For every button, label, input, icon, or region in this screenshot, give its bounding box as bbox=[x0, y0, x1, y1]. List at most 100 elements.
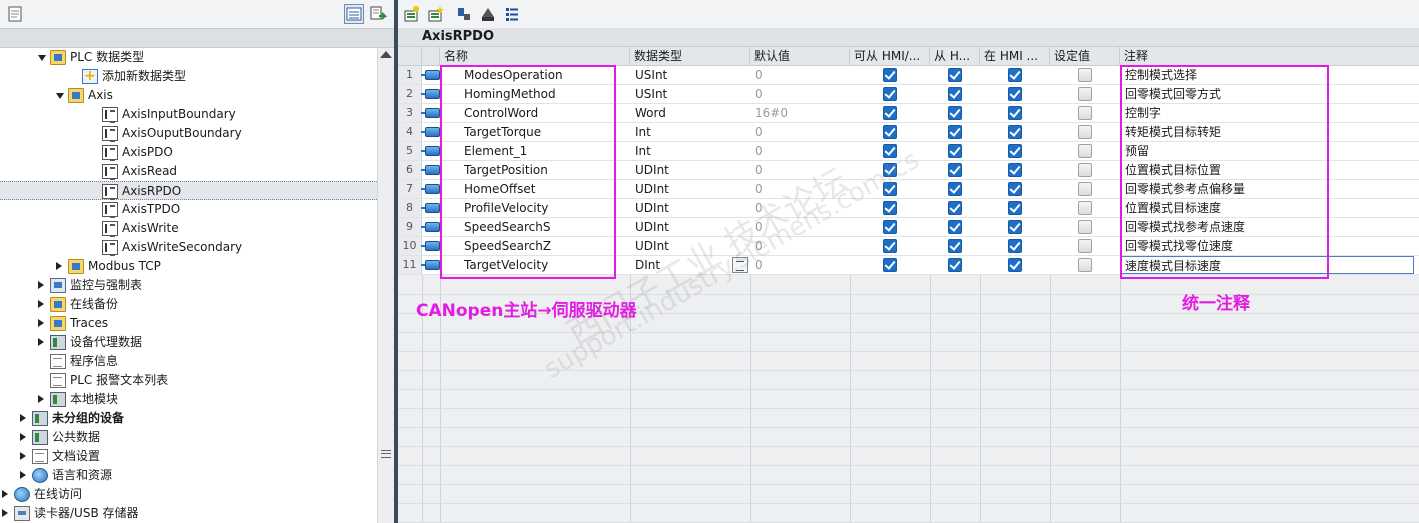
hmi-setpoint-checkbox[interactable] bbox=[1008, 163, 1022, 177]
expand-arrow-icon[interactable] bbox=[2, 509, 8, 517]
header-type[interactable]: 数据类型 bbox=[630, 47, 750, 66]
type-cell[interactable]: UDInt bbox=[635, 199, 669, 217]
expand-arrow-icon[interactable] bbox=[38, 395, 44, 403]
expand-arrow-icon[interactable] bbox=[20, 433, 26, 441]
hmi-access-checkbox[interactable] bbox=[883, 68, 897, 82]
hmi-setpoint-checkbox[interactable] bbox=[1008, 87, 1022, 101]
default-cell[interactable]: 0 bbox=[755, 123, 763, 141]
type-cell[interactable]: USInt bbox=[635, 66, 667, 84]
tree-node[interactable]: AxisOuputBoundary bbox=[0, 124, 377, 143]
expand-arrow-icon[interactable] bbox=[2, 490, 8, 498]
tree-node[interactable]: 本地模块 bbox=[0, 390, 377, 409]
tree-node[interactable]: 在线备份 bbox=[0, 295, 377, 314]
expand-arrow-icon[interactable] bbox=[56, 262, 62, 270]
details-icon[interactable] bbox=[502, 4, 522, 24]
hmi-setpoint-checkbox[interactable] bbox=[1008, 68, 1022, 82]
row-number[interactable]: 4 bbox=[398, 123, 422, 141]
hmi-visible-checkbox[interactable] bbox=[948, 87, 962, 101]
hmi-access-checkbox[interactable] bbox=[883, 87, 897, 101]
default-cell[interactable]: 0 bbox=[755, 66, 763, 84]
hmi-access-checkbox[interactable] bbox=[883, 106, 897, 120]
expand-arrow-icon[interactable] bbox=[38, 281, 44, 289]
tree-node[interactable]: AxisRead bbox=[0, 162, 377, 181]
type-cell[interactable]: DInt bbox=[635, 256, 660, 274]
default-cell[interactable]: 0 bbox=[755, 161, 763, 179]
scroll-up-icon[interactable] bbox=[380, 51, 392, 58]
hmi-visible-checkbox[interactable] bbox=[948, 220, 962, 234]
hmi-visible-checkbox[interactable] bbox=[948, 68, 962, 82]
expand-arrow-icon[interactable] bbox=[38, 338, 44, 346]
hmi-setpoint-checkbox[interactable] bbox=[1008, 144, 1022, 158]
default-cell[interactable]: 16#0 bbox=[755, 104, 788, 122]
setpoint-checkbox[interactable] bbox=[1078, 125, 1092, 139]
tree-node[interactable]: AxisTPDO bbox=[0, 200, 377, 219]
setpoint-checkbox[interactable] bbox=[1078, 106, 1092, 120]
hmi-setpoint-checkbox[interactable] bbox=[1008, 239, 1022, 253]
hmi-access-checkbox[interactable] bbox=[883, 144, 897, 158]
type-cell[interactable]: Int bbox=[635, 123, 651, 141]
hmi-access-checkbox[interactable] bbox=[883, 258, 897, 272]
tree-node[interactable]: 监控与强制表 bbox=[0, 276, 377, 295]
tree-node[interactable]: AxisRPDO bbox=[0, 181, 377, 200]
default-cell[interactable]: 0 bbox=[755, 218, 763, 236]
hmi-setpoint-checkbox[interactable] bbox=[1008, 220, 1022, 234]
hmi-visible-checkbox[interactable] bbox=[948, 144, 962, 158]
setpoint-checkbox[interactable] bbox=[1078, 182, 1092, 196]
expand-arrow-icon[interactable] bbox=[20, 414, 26, 422]
setpoint-checkbox[interactable] bbox=[1078, 239, 1092, 253]
type-cell[interactable]: UDInt bbox=[635, 180, 669, 198]
expand-arrow-icon[interactable] bbox=[38, 300, 44, 308]
hmi-access-checkbox[interactable] bbox=[883, 201, 897, 215]
header-name[interactable]: 名称 bbox=[440, 47, 630, 66]
tree-node[interactable]: 语言和资源 bbox=[0, 466, 377, 485]
tree-node[interactable]: 公共数据 bbox=[0, 428, 377, 447]
hmi-visible-checkbox[interactable] bbox=[948, 163, 962, 177]
type-cell[interactable]: Word bbox=[635, 104, 666, 122]
expand-icon[interactable] bbox=[454, 4, 474, 24]
scroll-grip-icon[interactable] bbox=[381, 450, 391, 458]
expand-arrow-icon[interactable] bbox=[20, 471, 26, 479]
row-number[interactable]: 8 bbox=[398, 199, 422, 217]
setpoint-checkbox[interactable] bbox=[1078, 68, 1092, 82]
tree-node[interactable]: PLC 数据类型 bbox=[0, 48, 377, 67]
hmi-visible-checkbox[interactable] bbox=[948, 239, 962, 253]
import-export-icon[interactable] bbox=[368, 4, 388, 24]
default-cell[interactable]: 0 bbox=[755, 199, 763, 217]
hmi-access-checkbox[interactable] bbox=[883, 163, 897, 177]
tree-node[interactable]: AxisPDO bbox=[0, 143, 377, 162]
hmi-setpoint-checkbox[interactable] bbox=[1008, 182, 1022, 196]
row-number[interactable]: 6 bbox=[398, 161, 422, 179]
hmi-access-checkbox[interactable] bbox=[883, 182, 897, 196]
hmi-setpoint-checkbox[interactable] bbox=[1008, 201, 1022, 215]
setpoint-checkbox[interactable] bbox=[1078, 144, 1092, 158]
tree-node[interactable]: Traces bbox=[0, 314, 377, 333]
collapse-arrow-icon[interactable] bbox=[56, 93, 64, 99]
hmi-access-checkbox[interactable] bbox=[883, 239, 897, 253]
type-cell[interactable]: USInt bbox=[635, 85, 667, 103]
tree-node[interactable]: Modbus TCP bbox=[0, 257, 377, 276]
expand-arrow-icon[interactable] bbox=[20, 452, 26, 460]
setpoint-checkbox[interactable] bbox=[1078, 163, 1092, 177]
project-tree-scrollbar[interactable] bbox=[377, 48, 394, 523]
default-cell[interactable]: 0 bbox=[755, 85, 763, 103]
collapse-arrow-icon[interactable] bbox=[38, 55, 46, 61]
tree-node[interactable]: 设备代理数据 bbox=[0, 333, 377, 352]
default-cell[interactable]: 0 bbox=[755, 237, 763, 255]
tree-node[interactable]: 未分组的设备 bbox=[0, 409, 377, 428]
hmi-setpoint-checkbox[interactable] bbox=[1008, 258, 1022, 272]
default-cell[interactable]: 0 bbox=[755, 256, 763, 274]
hmi-visible-checkbox[interactable] bbox=[948, 182, 962, 196]
header-setpoint[interactable]: 设定值 bbox=[1050, 47, 1120, 66]
default-cell[interactable]: 0 bbox=[755, 142, 763, 160]
tree-node[interactable]: PLC 报警文本列表 bbox=[0, 371, 377, 390]
header-comment[interactable]: 注释 bbox=[1120, 47, 1419, 66]
add-row-icon[interactable] bbox=[426, 4, 446, 24]
setpoint-checkbox[interactable] bbox=[1078, 258, 1092, 272]
tree-node[interactable]: AxisInputBoundary bbox=[0, 105, 377, 124]
hmi-access-checkbox[interactable] bbox=[883, 220, 897, 234]
default-cell[interactable]: 0 bbox=[755, 180, 763, 198]
tree-node[interactable]: AxisWriteSecondary bbox=[0, 238, 377, 257]
hmi-access-checkbox[interactable] bbox=[883, 125, 897, 139]
row-number[interactable]: 1 bbox=[398, 66, 422, 84]
row-number[interactable]: 7 bbox=[398, 180, 422, 198]
